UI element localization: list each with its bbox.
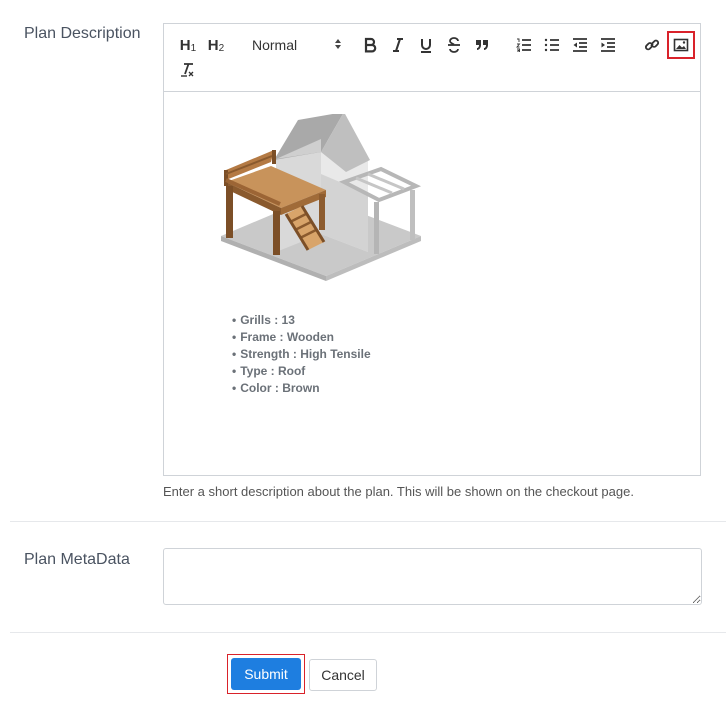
plan-details-list: Grills : 13 Frame : Wooden Strength : Hi…: [232, 312, 371, 397]
ordered-list-icon: [516, 38, 532, 52]
divider: [10, 521, 726, 522]
heading-1-sub: 1: [190, 42, 197, 54]
outdent-button[interactable]: [569, 34, 591, 56]
insert-image-button[interactable]: [667, 31, 695, 59]
house-illustration: [221, 114, 422, 281]
image-icon: [673, 38, 689, 52]
divider: [10, 632, 726, 633]
heading-2-label: H: [207, 36, 219, 54]
heading-2-sub: 2: [218, 42, 225, 54]
cancel-button[interactable]: Cancel: [309, 659, 377, 691]
link-icon: [644, 37, 660, 53]
underline-button[interactable]: [415, 34, 437, 56]
heading-2-button[interactable]: H2: [204, 34, 228, 56]
format-select[interactable]: Normal: [252, 34, 342, 56]
bold-icon: [363, 37, 377, 53]
select-arrows-icon: [334, 37, 342, 53]
plan-description-label: Plan Description: [24, 25, 141, 42]
format-select-value: Normal: [252, 37, 298, 53]
clear-format-button[interactable]: [176, 59, 198, 81]
bullet-list-icon: [544, 38, 560, 52]
submit-button[interactable]: Submit: [231, 658, 301, 690]
underline-icon: [419, 37, 433, 54]
bold-button[interactable]: [359, 34, 381, 56]
outdent-icon: [572, 38, 588, 52]
description-helper-text: Enter a short description about the plan…: [163, 484, 634, 499]
indent-icon: [600, 38, 616, 52]
indent-button[interactable]: [597, 34, 619, 56]
italic-icon: [392, 37, 404, 53]
list-item: Grills : 13: [232, 312, 371, 329]
heading-1-button[interactable]: H1: [176, 34, 200, 56]
ordered-list-button[interactable]: [513, 34, 535, 56]
rich-text-editor: H1 H2 Normal • Grills: 13 • Frame: Woo…: [163, 23, 701, 476]
strikethrough-icon: [447, 37, 461, 53]
italic-button[interactable]: [387, 34, 409, 56]
clear-format-icon: [179, 62, 195, 78]
list-item: Frame : Wooden: [232, 329, 371, 346]
plan-metadata-input[interactable]: [163, 548, 702, 605]
bullet-list-button[interactable]: [541, 34, 563, 56]
heading-1-label: H: [179, 36, 191, 54]
strike-button[interactable]: [443, 34, 465, 56]
editor-content[interactable]: Grills : 13 Frame : Wooden Strength : Hi…: [164, 92, 700, 477]
link-button[interactable]: [641, 34, 663, 56]
blockquote-button[interactable]: [471, 34, 493, 56]
list-item: Strength : High Tensile: [232, 346, 370, 363]
list-item: Color : Brown: [232, 380, 371, 397]
list-item: Type : Roof: [232, 363, 371, 380]
submit-highlight: Submit: [227, 654, 305, 694]
editor-toolbar: H1 H2 Normal: [164, 24, 700, 92]
blockquote-icon: [474, 38, 490, 52]
plan-metadata-label: Plan MetaData: [24, 551, 130, 568]
